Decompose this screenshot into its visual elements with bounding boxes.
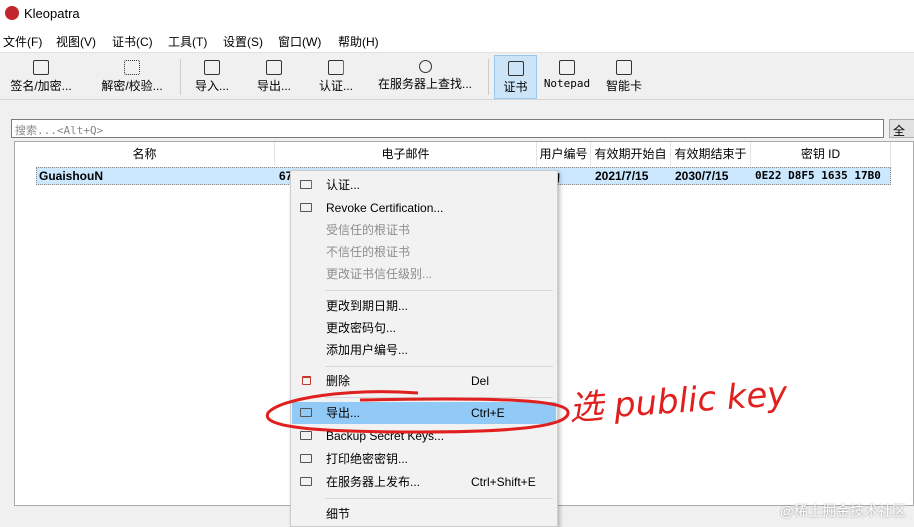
red-annotation-overlay: 选 public key [265, 374, 790, 434]
watermark: @稀土掘金技术社区 [779, 503, 906, 519]
annotation-text: 选 public key [568, 374, 790, 429]
annotation-ellipse [265, 390, 570, 434]
